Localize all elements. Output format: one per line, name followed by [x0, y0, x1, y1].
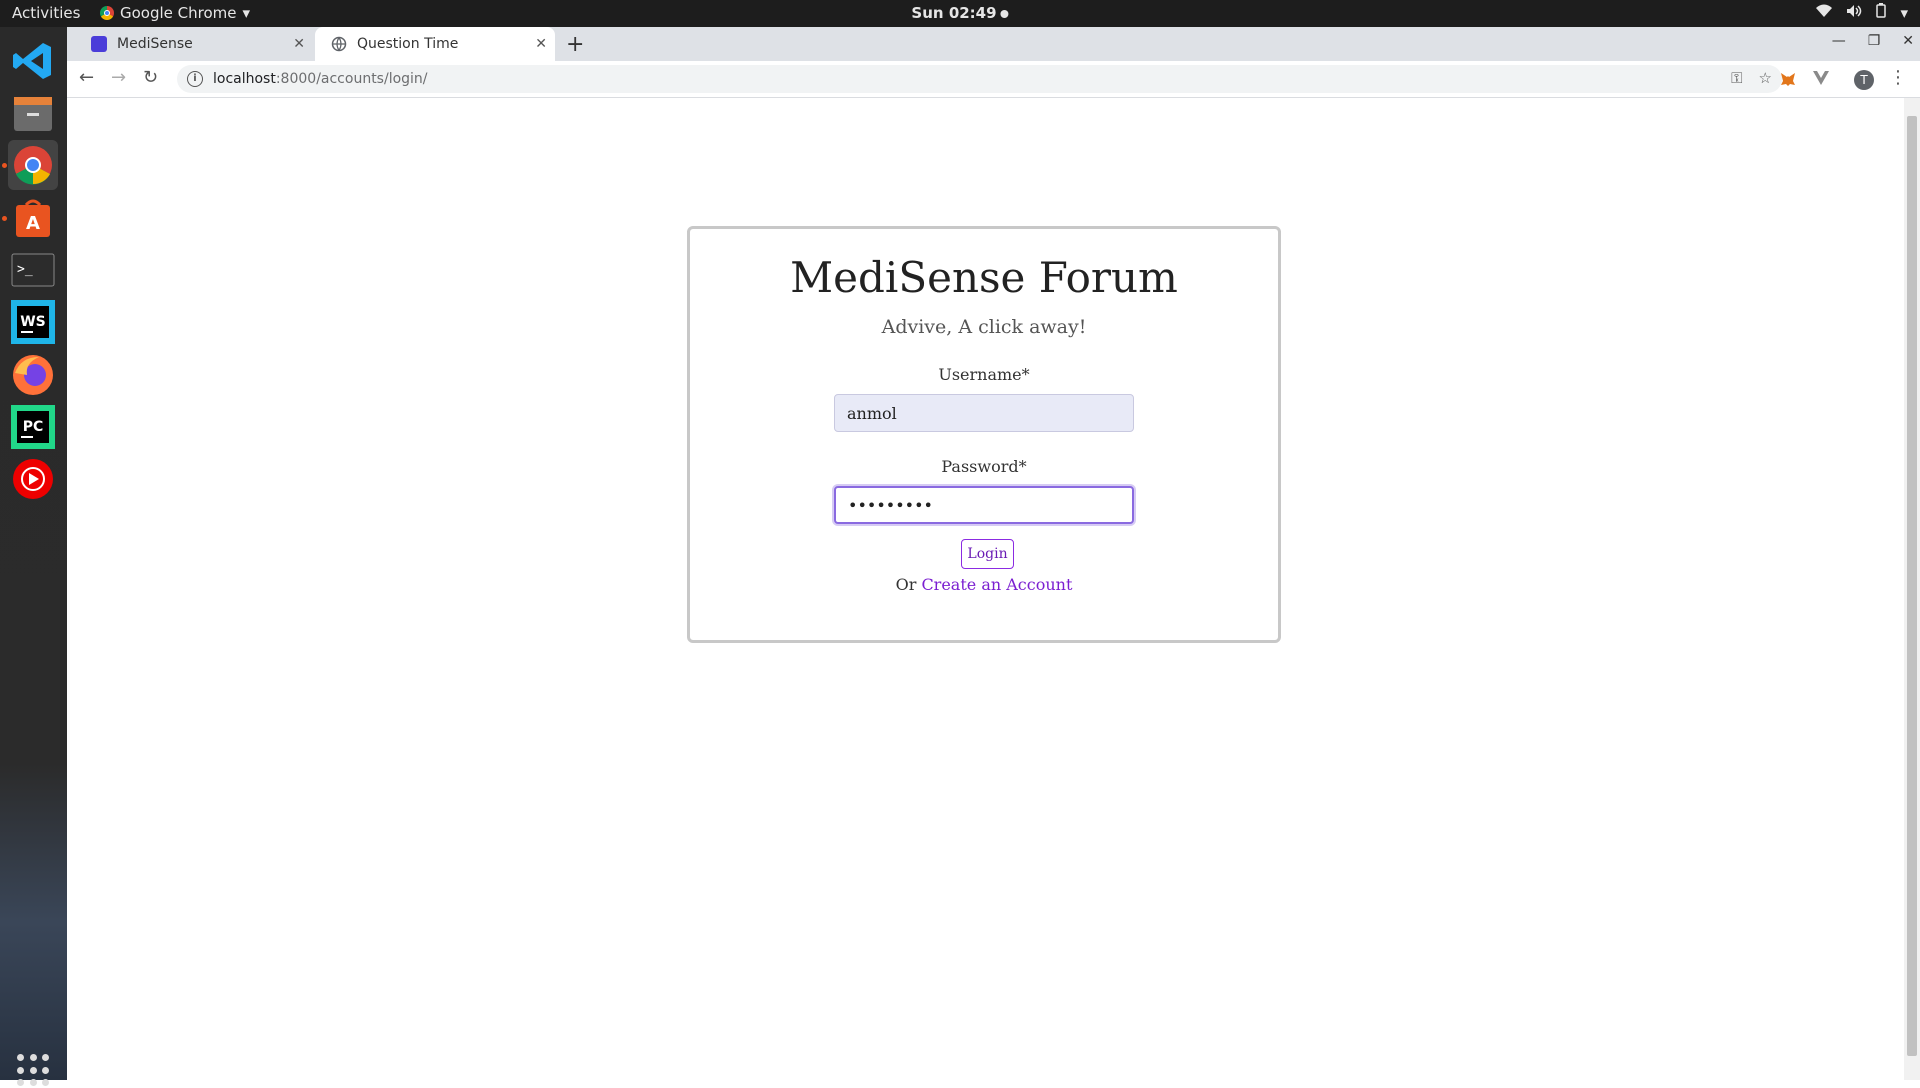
dock: A >_ WS PC	[0, 27, 67, 1087]
more-menu-icon[interactable]: ⋮	[1889, 67, 1907, 88]
vscode-icon[interactable]	[8, 36, 58, 86]
page-scrollbar[interactable]	[1904, 98, 1920, 1080]
svg-text:PC: PC	[23, 419, 44, 435]
terminal-icon[interactable]: >_	[8, 245, 58, 295]
show-applications-button[interactable]	[17, 1054, 51, 1088]
create-account-link[interactable]: Create an Account	[921, 575, 1072, 594]
minimize-icon[interactable]: —	[1832, 33, 1846, 49]
chevron-down-icon: ▾	[242, 4, 251, 22]
clock[interactable]: Sun 02:49	[911, 4, 1009, 22]
info-icon[interactable]: i	[187, 71, 203, 87]
app-menu[interactable]: Google Chrome ▾	[100, 4, 250, 22]
wifi-icon	[1816, 4, 1833, 22]
username-field[interactable]: anmol	[834, 394, 1134, 432]
chrome-icon[interactable]	[8, 140, 58, 190]
restore-icon[interactable]: ❐	[1868, 33, 1881, 49]
key-icon[interactable]: ⚿	[1731, 69, 1742, 87]
omnibox-actions: ⚿ ☆	[1731, 69, 1772, 87]
medisense-favicon-icon	[91, 36, 107, 52]
app-name: Google Chrome	[120, 4, 237, 22]
login-card: MediSense Forum Advive, A click away! Us…	[687, 226, 1281, 643]
back-arrow-icon[interactable]: ←	[79, 67, 94, 88]
tab-question-time[interactable]: Question Time ✕	[315, 27, 555, 61]
chrome-window: MediSense ✕ Question Time ✕ + — ❐ ✕ ← → …	[67, 27, 1920, 1080]
tab-label: MediSense	[117, 36, 193, 52]
username-label: Username*	[938, 365, 1030, 384]
close-tab-icon[interactable]: ✕	[293, 36, 305, 52]
software-center-icon[interactable]: A	[8, 193, 58, 243]
address-bar[interactable]: i localhost:8000/accounts/login/ ⚿ ☆	[177, 65, 1782, 93]
chevron-down-icon: ▾	[1900, 3, 1908, 22]
close-window-icon[interactable]: ✕	[1902, 33, 1914, 49]
profile-avatar[interactable]: T	[1854, 70, 1874, 90]
reload-icon[interactable]: ↻	[143, 67, 158, 88]
password-label: Password*	[941, 457, 1027, 476]
webstorm-icon[interactable]: WS	[8, 297, 58, 347]
globe-favicon-icon	[331, 36, 347, 52]
page-title: MediSense Forum	[790, 253, 1178, 302]
scrollbar-thumb[interactable]	[1907, 116, 1917, 1056]
svg-text:WS: WS	[20, 314, 46, 330]
running-indicator	[2, 216, 7, 221]
tab-label: Question Time	[357, 36, 459, 52]
url-host: localhost	[213, 71, 276, 87]
page-content: MediSense Forum Advive, A click away! Us…	[67, 98, 1904, 1080]
metamask-extension-icon[interactable]	[1780, 71, 1796, 91]
close-tab-icon[interactable]: ✕	[535, 36, 547, 52]
forward-arrow-icon[interactable]: →	[111, 67, 126, 88]
pycharm-icon[interactable]: PC	[8, 402, 58, 452]
browser-toolbar: ← → ↻ i localhost:8000/accounts/login/ ⚿…	[67, 61, 1920, 98]
window-controls: — ❐ ✕	[1832, 33, 1914, 49]
system-top-bar: Activities Google Chrome ▾ Sun 02:49 ▾	[0, 0, 1920, 27]
files-icon[interactable]	[8, 89, 58, 139]
firefox-icon[interactable]	[8, 350, 58, 400]
tab-strip: MediSense ✕ Question Time ✕ + — ❐ ✕	[67, 27, 1920, 61]
url-path: :8000/accounts/login/	[275, 71, 428, 87]
chrome-icon	[100, 6, 114, 20]
running-indicator	[2, 163, 7, 168]
or-text: Or	[895, 575, 917, 594]
notification-dot-icon	[1000, 10, 1009, 18]
svg-text:A: A	[26, 213, 40, 234]
tagline: Advive, A click away!	[881, 316, 1087, 338]
system-tray[interactable]: ▾	[1816, 3, 1908, 22]
star-icon[interactable]: ☆	[1759, 69, 1772, 87]
create-account-line: Or Create an Account	[690, 575, 1278, 594]
battery-icon	[1876, 3, 1887, 22]
activities-button[interactable]: Activities	[12, 4, 80, 22]
password-field[interactable]: •••••••••	[834, 486, 1134, 524]
login-button[interactable]: Login	[961, 539, 1014, 569]
volume-icon	[1846, 4, 1862, 22]
youtube-music-icon[interactable]	[8, 454, 58, 504]
tab-medisense[interactable]: MediSense ✕	[75, 27, 313, 61]
svg-text:>_: >_	[17, 262, 33, 277]
clock-text: Sun 02:49	[911, 4, 997, 22]
new-tab-button[interactable]: +	[566, 32, 584, 57]
vue-extension-icon[interactable]	[1813, 71, 1829, 89]
